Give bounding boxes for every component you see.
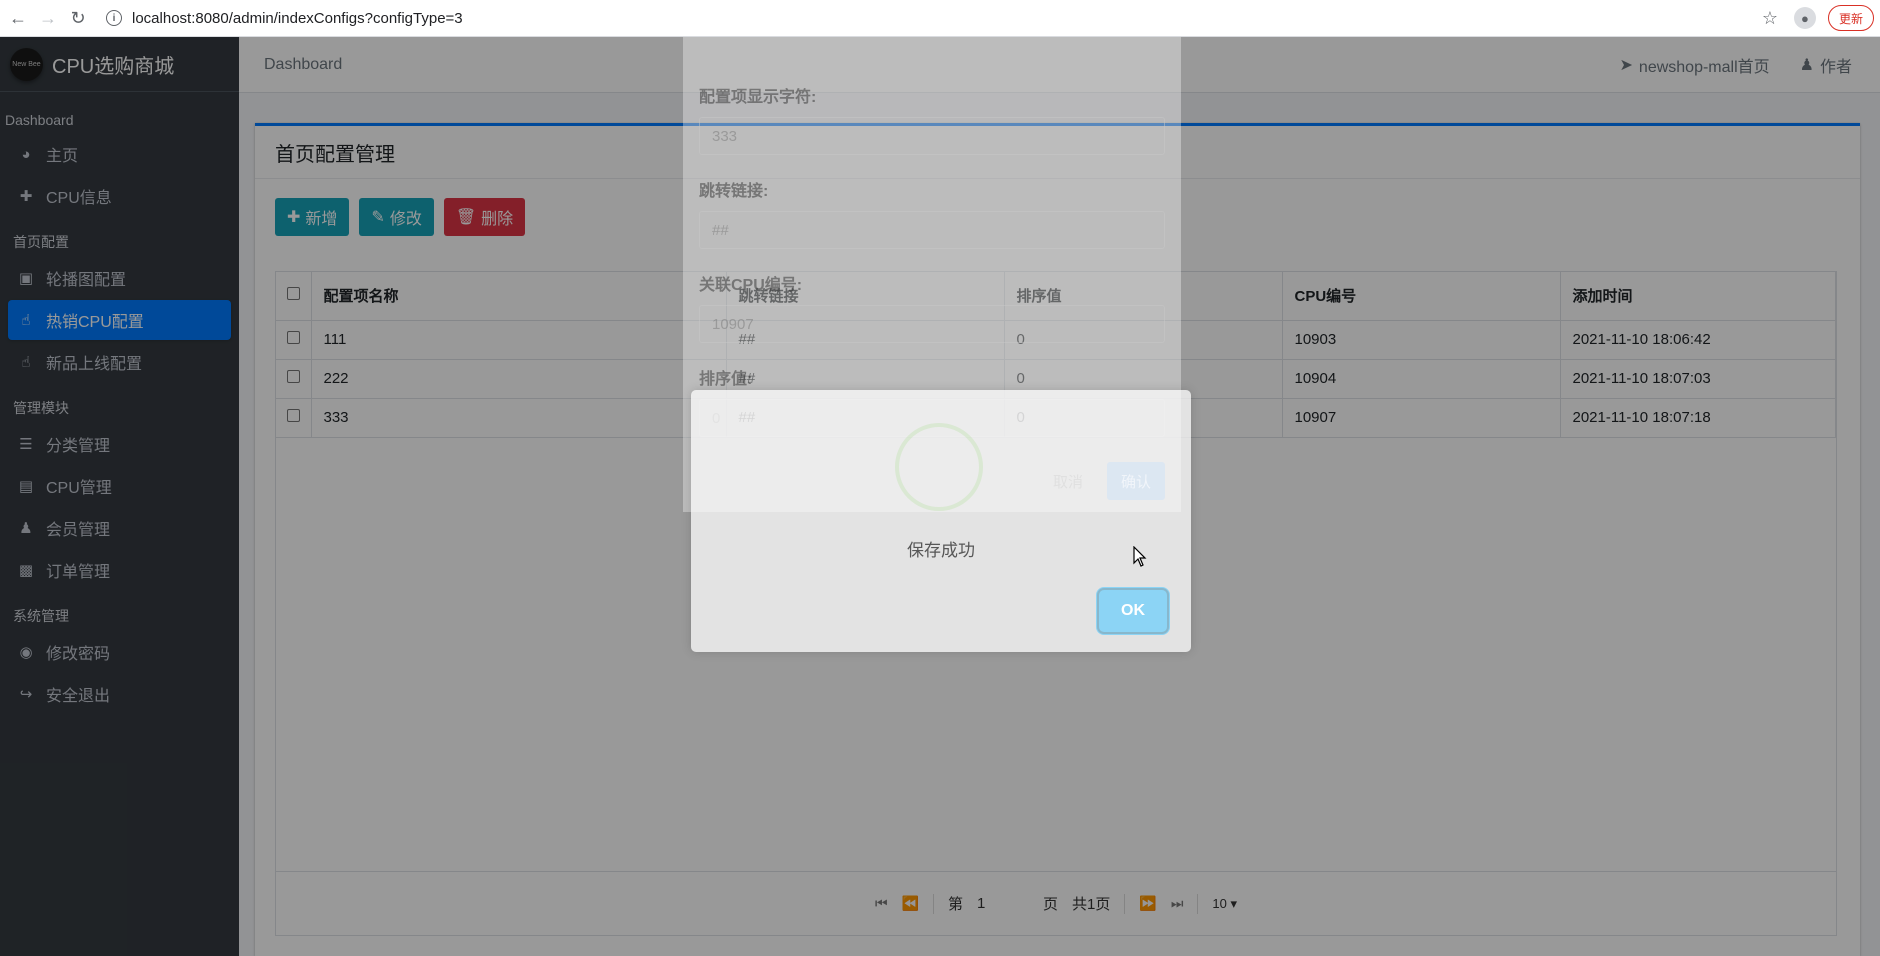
reload-icon[interactable]: ↻ — [66, 6, 90, 30]
success-alert: 保存成功 OK — [691, 390, 1191, 652]
display-text-label: 配置项显示字符: — [699, 89, 817, 106]
display-text-input[interactable]: 333 — [699, 117, 1165, 155]
update-button[interactable]: 更新 — [1827, 5, 1874, 31]
mouse-cursor-icon — [1133, 546, 1147, 567]
rank-label: 排序值: — [699, 371, 753, 388]
success-icon — [895, 423, 983, 511]
forward-icon[interactable]: → — [36, 6, 60, 30]
cpu-id-label: 关联CPU编号: — [699, 277, 803, 294]
redirect-url-input[interactable]: ## — [699, 211, 1165, 249]
url-text: localhost:8080/admin/indexConfigs?config… — [132, 9, 463, 27]
ok-button[interactable]: OK — [1099, 590, 1167, 632]
site-info-icon[interactable]: i — [106, 10, 122, 26]
bookmark-star-icon[interactable]: ☆ — [1762, 8, 1778, 29]
profile-icon[interactable]: ● — [1793, 7, 1816, 29]
redirect-url-label: 跳转链接: — [699, 183, 769, 200]
cpu-id-input[interactable]: 10907 — [699, 305, 1165, 343]
browser-toolbar: ← → ↻ i localhost:8080/admin/indexConfig… — [0, 0, 1880, 37]
address-bar[interactable]: i localhost:8080/admin/indexConfigs?conf… — [106, 4, 1762, 32]
alert-message: 保存成功 — [907, 541, 975, 560]
back-icon[interactable]: ← — [6, 6, 30, 30]
